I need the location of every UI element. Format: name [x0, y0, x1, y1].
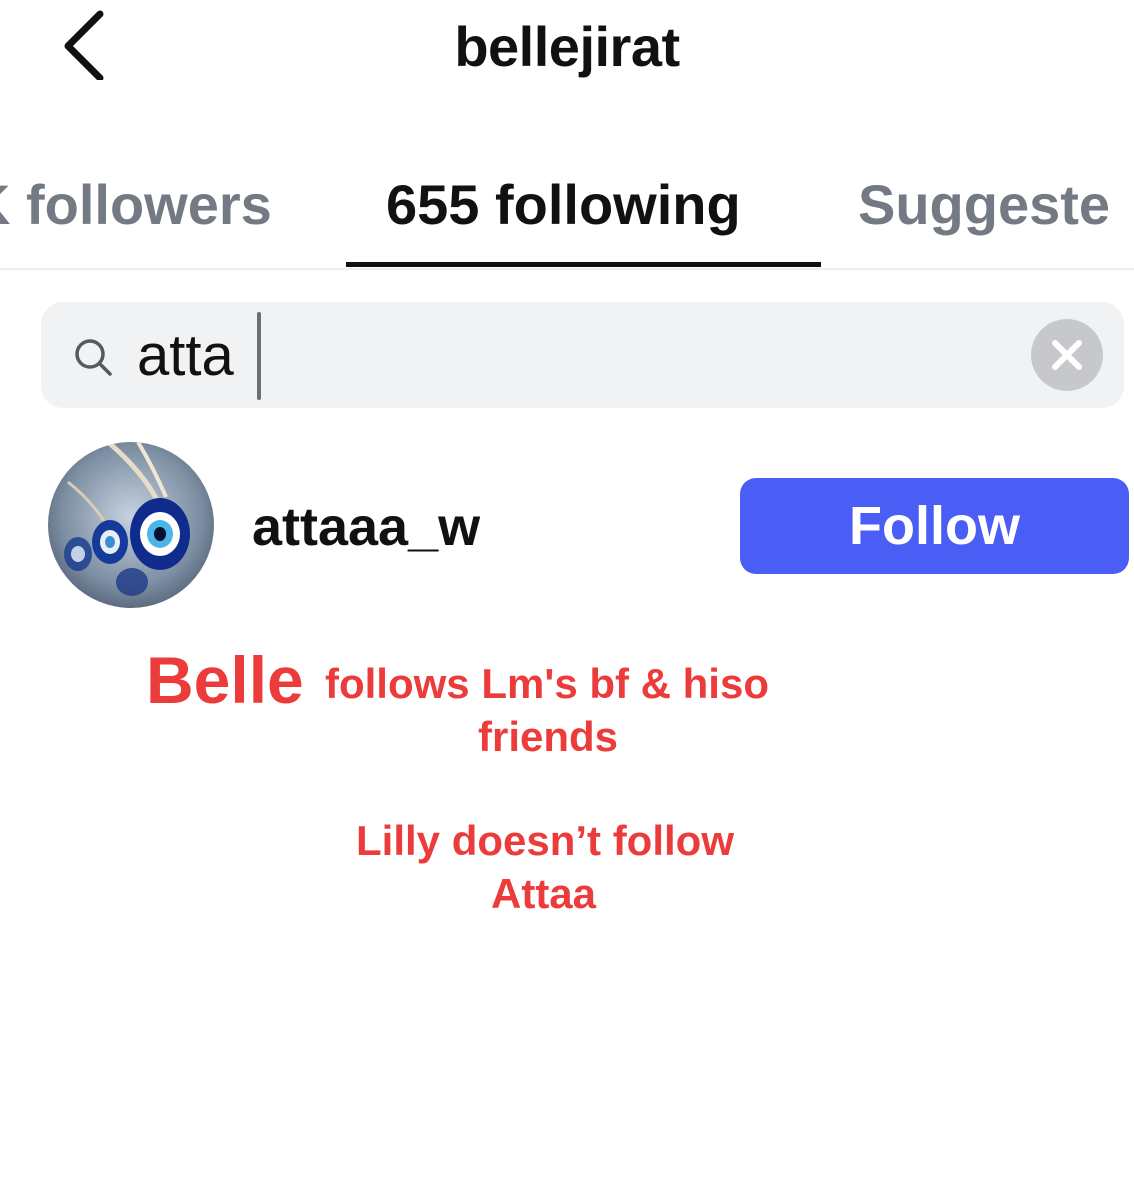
annotation-text: Attaa — [491, 870, 597, 917]
close-icon — [1052, 340, 1082, 370]
avatar[interactable] — [48, 442, 214, 608]
annotation-text: Lilly doesn’t follow — [356, 817, 734, 864]
username[interactable]: attaaa_w — [252, 496, 480, 558]
clear-search-button[interactable] — [1031, 319, 1103, 391]
evil-eye-avatar-image — [48, 442, 214, 608]
list-item: attaaa_w Follow — [0, 440, 1134, 612]
annotation-text: follows Lm's bf & hiso — [325, 660, 769, 707]
tab-suggested[interactable]: Suggeste — [858, 172, 1110, 237]
tab-followers[interactable]: K followers — [0, 172, 272, 237]
search-input[interactable] — [137, 318, 997, 392]
page-title: bellejirat — [454, 15, 680, 78]
follow-button[interactable]: Follow — [740, 478, 1129, 574]
search-bar — [41, 302, 1124, 408]
text-cursor — [257, 312, 261, 400]
tab-following[interactable]: 655 following — [386, 172, 741, 237]
tab-bar: K followers 655 following Suggeste — [0, 168, 1134, 270]
annotation-name: Belle — [146, 643, 304, 717]
annotation-text: friends — [478, 713, 619, 760]
active-tab-indicator — [346, 262, 821, 267]
search-icon — [75, 339, 112, 376]
